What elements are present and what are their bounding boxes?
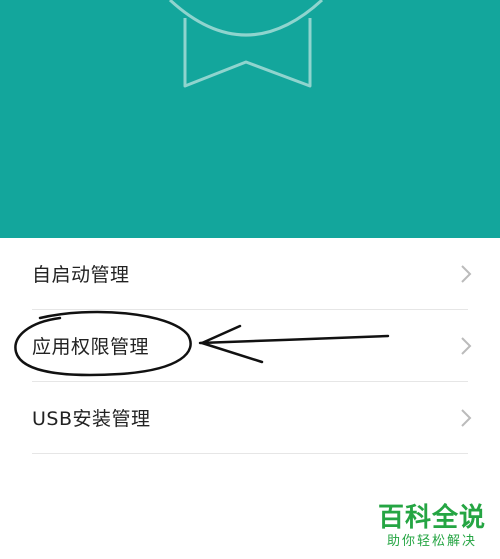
chevron-right-icon bbox=[461, 337, 472, 355]
header-banner bbox=[0, 0, 500, 238]
watermark-title: 百科全说 bbox=[377, 503, 486, 533]
divider bbox=[32, 453, 468, 454]
menu-item-usb-install[interactable]: USB安装管理 bbox=[0, 382, 500, 454]
app-screen: 自启动管理 应用权限管理 USB安装管理 百科全说 助你轻松解决 bbox=[0, 0, 500, 559]
ribbon-badge-icon bbox=[168, 0, 324, 88]
watermark-subtitle: 助你轻松解决 bbox=[386, 534, 477, 549]
menu-item-label: USB安装管理 bbox=[32, 408, 151, 430]
settings-list: 自启动管理 应用权限管理 USB安装管理 bbox=[0, 238, 500, 454]
chevron-right-icon bbox=[461, 265, 472, 283]
menu-item-autostart[interactable]: 自启动管理 bbox=[0, 238, 500, 310]
menu-item-label: 应用权限管理 bbox=[32, 336, 150, 358]
menu-item-app-permissions[interactable]: 应用权限管理 bbox=[0, 310, 500, 382]
watermark: 百科全说 助你轻松解决 bbox=[378, 503, 486, 551]
chevron-right-icon bbox=[461, 409, 472, 427]
menu-item-label: 自启动管理 bbox=[32, 264, 130, 286]
